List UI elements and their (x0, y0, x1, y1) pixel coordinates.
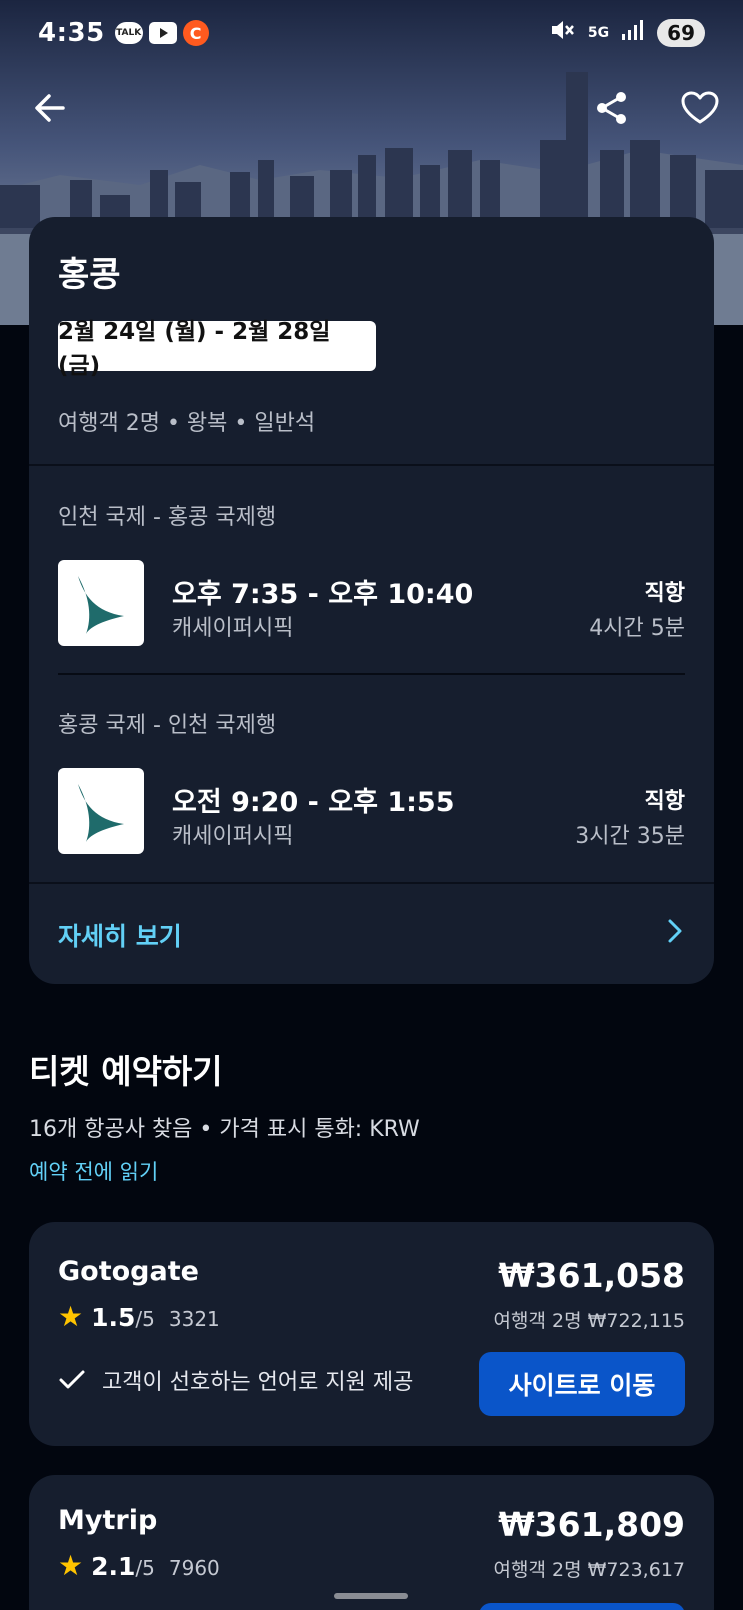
signal-icon (621, 18, 645, 48)
leg-time-return: 오전 9:20 - 오후 1:55 (172, 787, 455, 818)
leg-stops-return: 직항 (644, 789, 685, 814)
leg-duration-outbound: 4시간 5분 (589, 616, 685, 641)
provider-rating: ★ 2.1 /5 7960 (58, 1549, 220, 1582)
provider-name: Mytrip (58, 1505, 158, 1536)
star-icon: ★ (58, 1549, 84, 1582)
trip-dates[interactable]: 2월 24일 (월) - 2월 28일 (금) (58, 319, 376, 379)
leg-route-outbound: 인천 국제 - 홍콩 국제행 (58, 505, 277, 530)
cathay-pacific-logo-icon (58, 560, 144, 646)
heart-icon[interactable] (672, 80, 728, 136)
view-details-link[interactable]: 자세히 보기 (58, 917, 182, 953)
status-bar: 4:35 TALK C 5G 69 (0, 0, 743, 66)
provider-total-price: 여행객 2명 ₩723,617 (493, 1559, 685, 1581)
network-type: 5G (587, 25, 610, 41)
kakaotalk-icon: TALK (114, 22, 143, 44)
provider-feature: 고객이 선호하는 언어로 지원 제공 (58, 1364, 413, 1396)
review-count: 3321 (168, 1307, 220, 1331)
trip-destination: 홍콩 (58, 255, 121, 295)
provider-total-price: 여행객 2명 ₩722,115 (493, 1310, 685, 1332)
leg-airline-return: 캐세이퍼시픽 (172, 824, 294, 849)
provider-card[interactable]: Mytrip ★ 2.1 /5 7960 ₩361,809 여행객 2명 ₩72… (29, 1475, 714, 1610)
leg-time-outbound: 오후 7:35 - 오후 10:40 (172, 579, 474, 610)
leg-route-return: 홍콩 국제 - 인천 국제행 (58, 713, 277, 738)
booking-section-title: 티켓 예약하기 (29, 1052, 223, 1091)
read-before-booking-link[interactable]: 예약 전에 읽기 (29, 1156, 158, 1186)
checkmark-icon (59, 1370, 85, 1389)
youtube-icon (148, 22, 177, 44)
review-count: 7960 (168, 1556, 220, 1580)
arrow-left-icon[interactable] (22, 80, 78, 136)
provider-card[interactable]: Gotogate ★ 1.5 /5 3321 ₩361,058 여행객 2명 ₩… (29, 1222, 714, 1446)
status-time: 4:35 (38, 18, 105, 48)
top-nav (0, 80, 743, 140)
divider (29, 464, 714, 466)
rating-max: /5 (135, 1307, 155, 1331)
leg-stops-outbound: 직항 (644, 581, 685, 606)
leg-airline-outbound: 캐세이퍼시픽 (172, 616, 294, 641)
star-icon: ★ (58, 1300, 84, 1333)
home-indicator[interactable] (334, 1593, 408, 1599)
go-to-site-button[interactable]: 사이트로 이동 (479, 1352, 685, 1416)
rating-max: /5 (135, 1556, 155, 1580)
provider-rating: ★ 1.5 /5 3321 (58, 1300, 220, 1333)
divider (58, 673, 685, 675)
status-indicators: 5G 69 (550, 18, 705, 49)
booking-meta: 16개 항공사 찾음 • 가격 표시 통화: KRW (29, 1117, 420, 1142)
cathay-pacific-logo-icon (58, 768, 144, 854)
provider-feature-text: 고객이 선호하는 언어로 지원 제공 (102, 1370, 414, 1395)
rating-value: 1.5 (91, 1303, 136, 1332)
provider-price: ₩361,058 (498, 1256, 685, 1295)
mute-icon (550, 18, 576, 49)
c-app-icon: C (182, 20, 209, 46)
chevron-right-icon[interactable] (662, 914, 688, 952)
go-to-site-button[interactable] (479, 1603, 685, 1610)
rating-value: 2.1 (91, 1552, 136, 1581)
leg-duration-return: 3시간 35분 (575, 824, 685, 849)
provider-price: ₩361,809 (498, 1505, 685, 1544)
trip-summary-card: 홍콩 2월 24일 (월) - 2월 28일 (금) 여행객 2명 • 왕복 •… (29, 217, 714, 984)
battery-level: 69 (657, 19, 705, 47)
share-icon[interactable] (584, 80, 640, 136)
trip-meta: 여행객 2명 • 왕복 • 일반석 (58, 411, 316, 436)
status-app-icons: TALK C (114, 20, 209, 46)
provider-name: Gotogate (58, 1256, 199, 1287)
divider (29, 882, 714, 884)
